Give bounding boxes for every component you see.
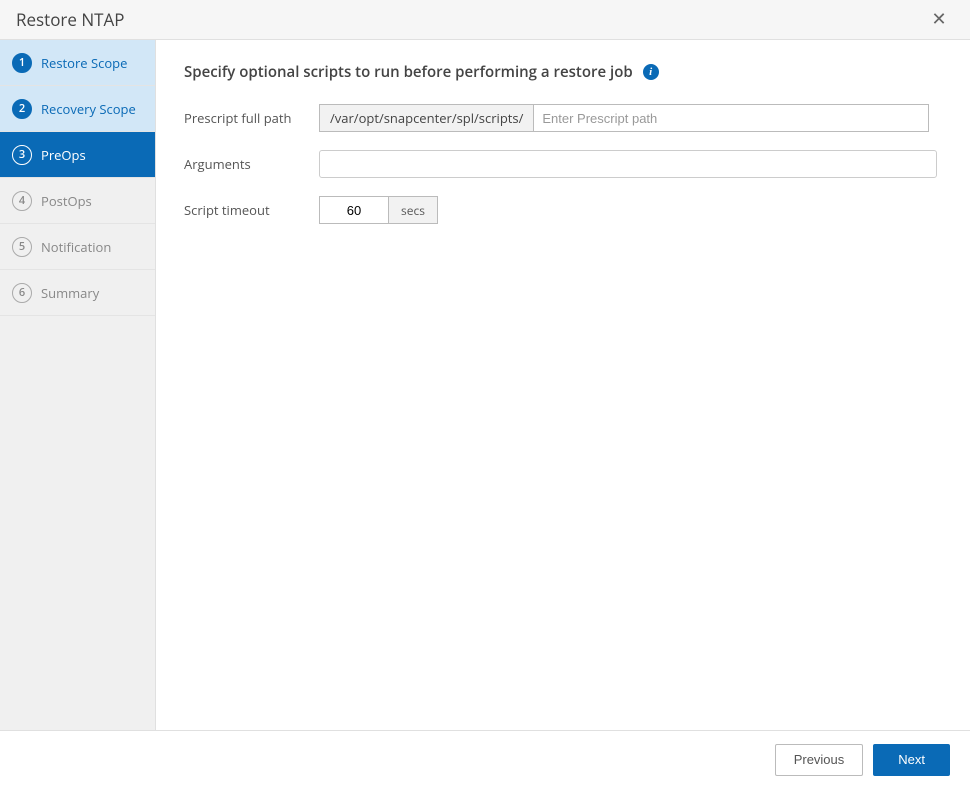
step-number: 5	[12, 237, 32, 257]
previous-button[interactable]: Previous	[775, 744, 864, 776]
close-button[interactable]: ✕	[924, 5, 954, 35]
restore-dialog: Restore NTAP ✕ 1 Restore Scope 2 Recover…	[0, 0, 970, 788]
step-recovery-scope[interactable]: 2 Recovery Scope	[0, 86, 155, 132]
step-postops[interactable]: 4 PostOps	[0, 178, 155, 224]
step-label: Restore Scope	[41, 54, 127, 72]
heading-row: Specify optional scripts to run before p…	[184, 62, 942, 82]
step-label: PreOps	[41, 146, 86, 164]
prescript-path-input[interactable]	[534, 105, 928, 131]
arguments-row: Arguments	[184, 150, 942, 178]
step-number: 6	[12, 283, 32, 303]
step-label: Notification	[41, 238, 111, 256]
prescript-row: Prescript full path /var/opt/snapcenter/…	[184, 104, 942, 132]
step-number: 1	[12, 53, 32, 73]
wizard-sidebar: 1 Restore Scope 2 Recovery Scope 3 PreOp…	[0, 40, 156, 730]
step-label: Summary	[41, 284, 99, 302]
next-button[interactable]: Next	[873, 744, 950, 776]
step-label: Recovery Scope	[41, 100, 136, 118]
step-notification[interactable]: 5 Notification	[0, 224, 155, 270]
dialog-footer: Previous Next	[0, 730, 970, 788]
step-label: PostOps	[41, 192, 92, 210]
timeout-input[interactable]	[319, 196, 389, 224]
timeout-label: Script timeout	[184, 201, 319, 219]
step-summary[interactable]: 6 Summary	[0, 270, 155, 316]
timeout-group: secs	[319, 196, 438, 224]
step-number: 3	[12, 145, 32, 165]
info-icon[interactable]: i	[643, 64, 659, 80]
timeout-unit: secs	[389, 196, 438, 224]
timeout-row: Script timeout secs	[184, 196, 942, 224]
dialog-title: Restore NTAP	[16, 8, 924, 31]
arguments-input[interactable]	[319, 150, 937, 178]
step-number: 2	[12, 99, 32, 119]
step-number: 4	[12, 191, 32, 211]
prescript-label: Prescript full path	[184, 109, 319, 127]
arguments-label: Arguments	[184, 155, 319, 173]
titlebar: Restore NTAP ✕	[0, 0, 970, 40]
main-panel: Specify optional scripts to run before p…	[156, 40, 970, 730]
prescript-path-group: /var/opt/snapcenter/spl/scripts/	[319, 104, 929, 132]
close-icon: ✕	[931, 9, 946, 30]
step-restore-scope[interactable]: 1 Restore Scope	[0, 40, 155, 86]
dialog-body: 1 Restore Scope 2 Recovery Scope 3 PreOp…	[0, 40, 970, 730]
step-preops[interactable]: 3 PreOps	[0, 132, 155, 178]
page-heading: Specify optional scripts to run before p…	[184, 62, 633, 82]
prescript-path-prefix: /var/opt/snapcenter/spl/scripts/	[320, 105, 534, 131]
